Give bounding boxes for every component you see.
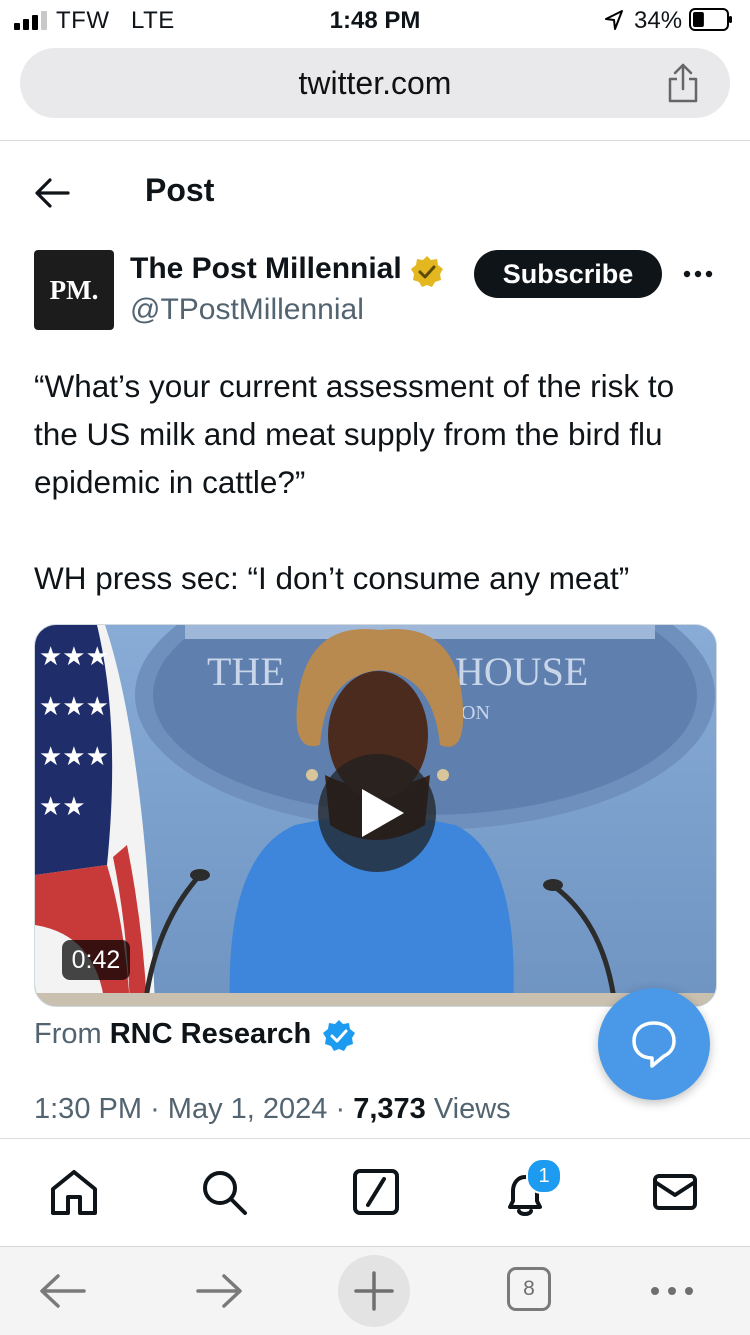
svg-text:★★★: ★★★ (39, 742, 109, 772)
author-name[interactable]: The Post Millennial (130, 252, 402, 286)
address-bar[interactable]: twitter.com (20, 48, 730, 118)
reply-fab-button[interactable] (598, 988, 710, 1100)
envelope-icon[interactable] (650, 1167, 700, 1217)
meta-separator: · (150, 1093, 160, 1125)
post-date: May 1, 2024 (167, 1093, 328, 1125)
post-text: “What’s your current assessment of the r… (34, 368, 675, 596)
avatar[interactable]: PM. (34, 250, 114, 330)
play-icon[interactable] (318, 754, 436, 872)
tabs-button[interactable]: 8 (507, 1267, 551, 1311)
plus-icon (354, 1271, 394, 1311)
url-text[interactable]: twitter.com (20, 65, 730, 102)
svg-text:★★: ★★ (39, 792, 86, 822)
search-icon[interactable] (199, 1167, 249, 1217)
notification-badge: 1 (526, 1158, 562, 1194)
new-tab-button[interactable] (338, 1255, 410, 1327)
arrow-right-icon[interactable] (194, 1271, 244, 1311)
views-label: Views (433, 1093, 511, 1125)
gold-verified-badge-icon (411, 256, 443, 287)
seal-text-right: HOUSE (455, 649, 588, 694)
attribution[interactable]: From RNC Research (34, 1018, 311, 1051)
browser-toolbar: 8 (0, 1246, 750, 1335)
divider (0, 1138, 750, 1139)
divider (0, 140, 750, 141)
attribution-prefix: From (34, 1018, 102, 1050)
meta-separator: · (335, 1093, 346, 1125)
video-duration: 0:42 (62, 940, 130, 980)
share-icon[interactable] (666, 62, 700, 104)
home-icon[interactable] (49, 1167, 99, 1217)
status-bar: TFW LTE 1:48 PM 34% (0, 0, 750, 44)
svg-text:★★★: ★★★ (39, 692, 109, 722)
seal-text-sub: ON (461, 702, 490, 724)
location-arrow-icon (605, 10, 623, 30)
attribution-source[interactable]: RNC Research (110, 1018, 311, 1050)
battery-icon (689, 8, 732, 31)
subscribe-button[interactable]: Subscribe (474, 250, 662, 298)
chat-bubble-icon (632, 1021, 676, 1068)
arrow-left-icon[interactable] (38, 1271, 88, 1311)
page-title: Post (145, 172, 215, 208)
more-options-icon[interactable] (682, 259, 714, 289)
post-time: 1:30 PM (34, 1093, 142, 1125)
author-handle[interactable]: @TPostMillennial (130, 293, 364, 327)
slash-square-icon[interactable] (351, 1167, 401, 1217)
ellipsis-icon[interactable] (648, 1277, 696, 1305)
views-count: 7,373 (353, 1093, 426, 1125)
battery-percent: 34% (634, 7, 683, 34)
back-arrow-icon[interactable] (34, 176, 70, 210)
post-meta: 1:30 PM · May 1, 2024 · 7,373 Views (34, 1093, 511, 1126)
blue-verified-badge-icon (323, 1020, 355, 1051)
seal-text-left: THE (207, 649, 285, 694)
svg-text:★★★: ★★★ (39, 642, 109, 672)
